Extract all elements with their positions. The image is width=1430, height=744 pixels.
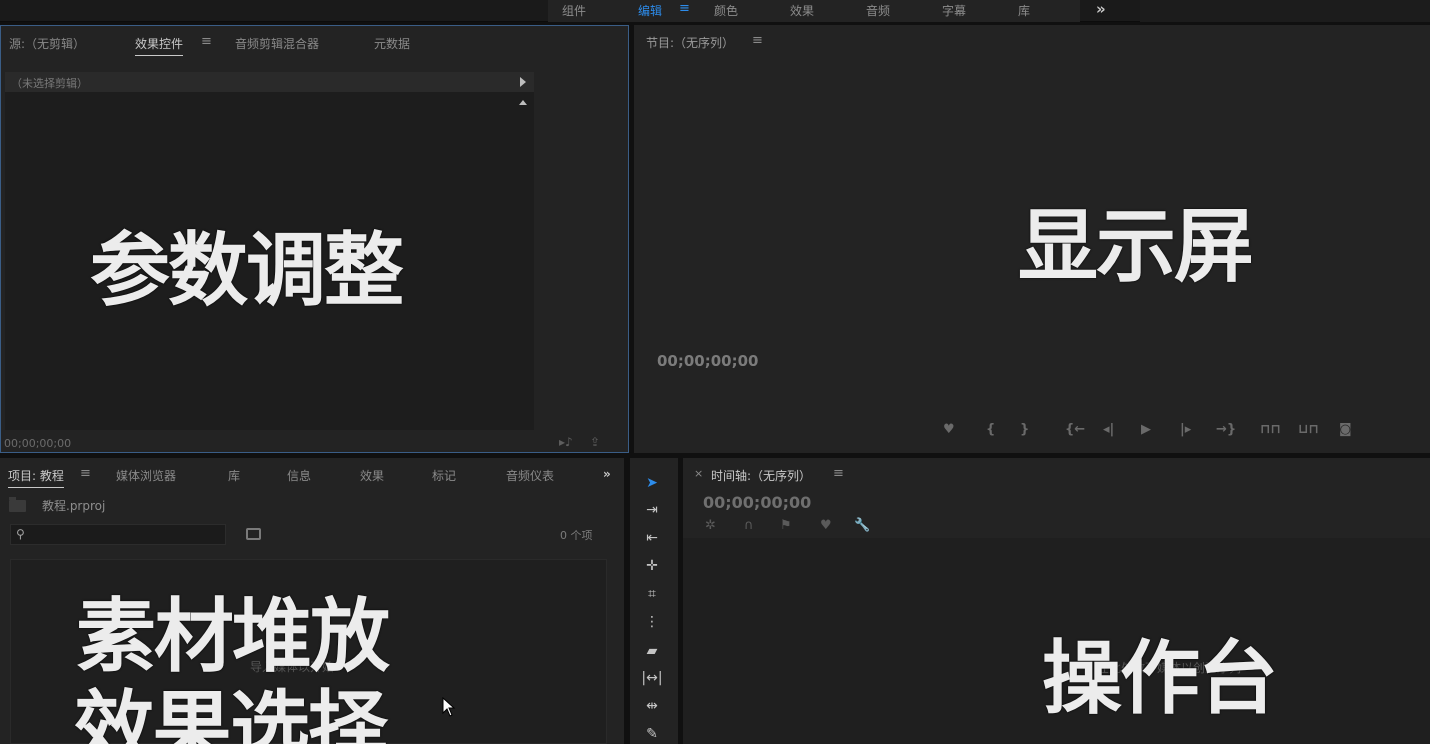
panel-menu-icon[interactable]: ≡: [80, 466, 91, 481]
workspace-tab-assembly[interactable]: 组件: [562, 2, 586, 19]
extract-icon[interactable]: ⊔⊓: [1298, 422, 1319, 437]
pen-tool-icon[interactable]: ⇹: [640, 695, 664, 717]
program-timecode: 00;00;00;00: [657, 352, 759, 370]
tab-metadata[interactable]: 元数据: [374, 35, 410, 52]
panel-menu-icon[interactable]: ≡: [201, 34, 212, 49]
step-back-icon[interactable]: ◂|: [1103, 422, 1114, 437]
tab-markers[interactable]: 标记: [432, 467, 456, 484]
hand-tool-icon[interactable]: ✎: [640, 723, 664, 744]
selection-tool-icon[interactable]: ➤: [640, 472, 664, 494]
tab-info[interactable]: 信息: [287, 467, 311, 484]
close-icon[interactable]: ×: [694, 467, 703, 480]
add-marker-icon[interactable]: ♥: [820, 518, 832, 533]
workspace-more-icon[interactable]: »: [1096, 0, 1106, 18]
workspace-tab-effects[interactable]: 效果: [790, 2, 814, 19]
add-marker-icon[interactable]: ♥: [943, 422, 955, 437]
overlay-label-display: 显示屏: [1018, 200, 1254, 293]
search-icon: ⚲: [16, 527, 25, 541]
mark-in-icon[interactable]: {: [986, 422, 995, 437]
tab-media-browser[interactable]: 媒体浏览器: [116, 467, 176, 484]
item-count: 0 个项: [560, 529, 593, 542]
step-forward-icon[interactable]: |▸: [1180, 422, 1191, 437]
project-file-name: 教程.prproj: [42, 499, 106, 513]
no-clip-bar: （未选择剪辑）: [5, 72, 534, 92]
tab-effects[interactable]: 效果: [360, 467, 384, 484]
track-select-tool-icon[interactable]: ⇥: [640, 499, 664, 521]
program-panel-header: 节目:（无序列） ≡: [634, 25, 1430, 55]
tab-audio-clip-mixer[interactable]: 音频剪辑混合器: [235, 35, 319, 52]
no-clip-label: （未选择剪辑）: [11, 77, 88, 90]
mouse-cursor-icon: [442, 697, 456, 717]
program-title[interactable]: 节目:（无序列）: [646, 34, 734, 51]
tools-panel: ➤ ⇥ ⇤ ✛ ⌗ ⋮ ▰ |↔| ⇹ ✎: [630, 458, 678, 744]
tab-audio-meters[interactable]: 音频仪表: [506, 467, 554, 484]
tab-effect-controls[interactable]: 效果控件: [135, 35, 184, 56]
tab-source[interactable]: 源:（无剪辑）: [9, 35, 85, 52]
workspace-bar-right: [1140, 0, 1430, 22]
rate-stretch-tool-icon[interactable]: ⌗: [640, 583, 664, 605]
find-bin-icon[interactable]: [246, 528, 261, 540]
slide-tool-icon[interactable]: |↔|: [640, 667, 664, 689]
overlay-label-effects: 效果选择: [74, 682, 388, 744]
mark-out-icon[interactable]: }: [1020, 422, 1029, 437]
lift-icon[interactable]: ⊓⊓: [1260, 422, 1281, 437]
workspace-tabs: 组件 编辑 ≡ 颜色 效果 音频 字幕 库: [548, 0, 1080, 22]
expand-arrow-icon[interactable]: [520, 77, 526, 87]
export-frame-icon[interactable]: ◙: [1339, 422, 1352, 437]
rolling-edit-tool-icon[interactable]: ✛: [640, 555, 664, 577]
wrench-icon[interactable]: 🔧: [854, 518, 870, 533]
snap-magnet-icon[interactable]: ∩: [744, 518, 754, 533]
audio-only-icon[interactable]: ▸♪: [559, 435, 573, 449]
tab-project[interactable]: 项目: 教程: [8, 467, 64, 488]
nest-icon[interactable]: ✲: [705, 518, 716, 533]
project-search-input[interactable]: ⚲: [10, 524, 226, 545]
more-tabs-icon[interactable]: »: [603, 467, 611, 481]
timeline-timecode: 00;00;00;00: [703, 493, 812, 512]
panel-menu-icon[interactable]: ≡: [752, 33, 763, 48]
project-panel-header: 项目: 教程 ≡ 媒体浏览器 库 信息 效果 标记 音频仪表 »: [0, 458, 624, 488]
overlay-label-parameters: 参数调整: [90, 224, 404, 317]
export-icon[interactable]: ⇪: [590, 435, 600, 449]
razor-tool-icon[interactable]: ⋮: [640, 611, 664, 633]
workspace-tab-captions[interactable]: 字幕: [942, 2, 966, 19]
workspace-tab-color[interactable]: 颜色: [714, 2, 738, 19]
source-panel-header: 源:（无剪辑） 效果控件 ≡ 音频剪辑混合器 元数据: [1, 26, 628, 56]
panel-menu-icon[interactable]: ≡: [833, 466, 844, 481]
go-to-in-icon[interactable]: {←: [1065, 422, 1085, 437]
workspace-tab-editing[interactable]: 编辑: [638, 2, 662, 19]
source-timecode: 00;00;00;00: [4, 437, 72, 450]
go-to-out-icon[interactable]: →}: [1216, 422, 1236, 437]
slip-tool-icon[interactable]: ▰: [640, 640, 664, 662]
play-icon[interactable]: ▶: [1141, 422, 1151, 437]
collapse-arrow-icon[interactable]: [519, 100, 527, 105]
tab-libraries[interactable]: 库: [228, 467, 240, 484]
overlay-label-workbench: 操作台: [1042, 632, 1278, 725]
workspace-menu-icon[interactable]: ≡: [679, 1, 690, 16]
timeline-title[interactable]: 时间轴:（无序列）: [711, 467, 811, 484]
folder-icon: [9, 497, 26, 512]
workspace-tab-libraries[interactable]: 库: [1018, 2, 1030, 19]
linked-selection-icon[interactable]: ⚑: [780, 518, 792, 533]
workspace-tab-audio[interactable]: 音频: [866, 2, 890, 19]
ripple-edit-tool-icon[interactable]: ⇤: [640, 527, 664, 549]
workspace-bar: 组件 编辑 ≡ 颜色 效果 音频 字幕 库 »: [0, 0, 1430, 22]
